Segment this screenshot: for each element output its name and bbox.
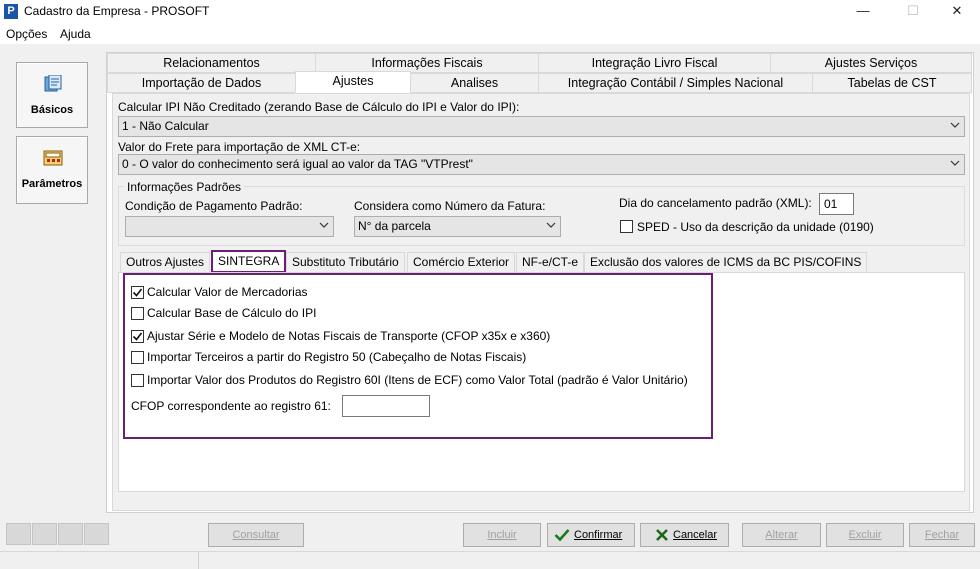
num-fatura-label: Considera como Número da Fatura: bbox=[354, 199, 546, 213]
importar-valor-produtos-checkbox[interactable] bbox=[131, 374, 144, 387]
tab-importacao-de-dados[interactable]: Importação de Dados bbox=[107, 73, 296, 93]
cancelar-label: Cancelar bbox=[673, 529, 718, 541]
calc-valor-mercadorias-label: Calcular Valor de Mercadorias bbox=[147, 285, 308, 299]
ipi-select-value: 1 - Não Calcular bbox=[122, 119, 209, 133]
x-icon bbox=[656, 529, 668, 541]
menu-opcoes[interactable]: Opções bbox=[6, 27, 47, 41]
ajustar-serie-label: Ajustar Série e Modelo de Notas Fiscais … bbox=[147, 329, 551, 343]
importar-valor-produtos-label: Importar Valor dos Produtos do Registro … bbox=[147, 373, 688, 387]
tab-substituto-tributario[interactable]: Substituto Tributário bbox=[286, 252, 405, 273]
check-icon bbox=[554, 529, 570, 542]
chevron-down-icon bbox=[546, 222, 556, 228]
documents-icon bbox=[44, 75, 62, 92]
tab-outros-ajustes[interactable]: Outros Ajustes bbox=[120, 252, 211, 273]
parametros-button[interactable]: Parâmetros bbox=[16, 136, 88, 204]
maximize-button[interactable]: ☐ bbox=[890, 0, 936, 24]
calc-valor-mercadorias-checkbox[interactable] bbox=[131, 286, 144, 299]
title-bar: P Cadastro da Empresa - PROSOFT — ☐ ✕ bbox=[0, 0, 980, 24]
calc-base-ipi-checkbox[interactable] bbox=[131, 307, 144, 320]
parametros-label: Parâmetros bbox=[21, 178, 83, 190]
num-fatura-select[interactable]: N° da parcela bbox=[354, 216, 561, 237]
informacoes-padroes-title: Informações Padrões bbox=[124, 180, 245, 194]
status-segment bbox=[32, 523, 57, 545]
tab-relacionamentos[interactable]: Relacionamentos bbox=[107, 53, 316, 73]
status-segment bbox=[58, 523, 83, 545]
cfop-input[interactable] bbox=[342, 395, 430, 417]
num-fatura-select-value: N° da parcela bbox=[358, 219, 431, 233]
importar-terceiros-checkbox[interactable] bbox=[131, 351, 144, 364]
consultar-button[interactable]: Consultar bbox=[208, 523, 304, 547]
frete-select-value: 0 - O valor do conhecimento será igual a… bbox=[122, 157, 473, 171]
chevron-down-icon bbox=[950, 122, 960, 128]
tab-analises[interactable]: Analises bbox=[410, 73, 539, 93]
excluir-button[interactable]: Excluir bbox=[826, 523, 904, 547]
tab-nfe-cte[interactable]: NF-e/CT-e bbox=[516, 252, 585, 273]
tab-exclusao-icms[interactable]: Exclusão dos valores de ICMS da BC PIS/C… bbox=[584, 252, 868, 273]
tab-ajustes-servicos[interactable]: Ajustes Serviços bbox=[770, 53, 972, 73]
status-bar bbox=[0, 551, 980, 569]
status-segment bbox=[84, 523, 109, 545]
minimize-button[interactable]: — bbox=[840, 0, 886, 24]
tab-comercio-exterior[interactable]: Comércio Exterior bbox=[407, 252, 516, 273]
window-title: Cadastro da Empresa - PROSOFT bbox=[24, 4, 210, 18]
basicos-label: Básicos bbox=[30, 104, 74, 116]
confirmar-label: Confirmar bbox=[574, 529, 623, 541]
ajustar-serie-checkbox[interactable] bbox=[131, 330, 144, 343]
cond-pag-label: Condição de Pagamento Padrão: bbox=[125, 199, 303, 213]
tab-tabelas-de-cst[interactable]: Tabelas de CST bbox=[812, 73, 972, 93]
chevron-down-icon bbox=[319, 222, 329, 228]
dia-cancel-label: Dia do cancelamento padrão (XML): bbox=[619, 196, 812, 210]
fechar-button[interactable]: Fechar bbox=[909, 523, 975, 547]
sped-checkbox[interactable] bbox=[620, 220, 633, 233]
cfop-label: CFOP correspondente ao registro 61: bbox=[131, 399, 331, 413]
tab-integracao-contabil[interactable]: Integração Contábil / Simples Nacional bbox=[538, 73, 813, 93]
calculator-icon bbox=[43, 150, 63, 166]
importar-terceiros-label: Importar Terceiros a partir do Registro … bbox=[147, 350, 527, 364]
incluir-button[interactable]: Incluir bbox=[463, 523, 541, 547]
ipi-label: Calcular IPI Não Creditado (zerando Base… bbox=[118, 100, 520, 114]
app-icon: P bbox=[4, 4, 18, 19]
cond-pag-select[interactable] bbox=[125, 216, 334, 237]
status-divider bbox=[198, 552, 199, 569]
tab-ajustes[interactable]: Ajustes bbox=[295, 71, 411, 93]
tab-informacoes-fiscais[interactable]: Informações Fiscais bbox=[315, 53, 539, 73]
menu-ajuda[interactable]: Ajuda bbox=[60, 27, 91, 41]
alterar-button[interactable]: Alterar bbox=[742, 523, 821, 547]
tab-sintegra[interactable]: SINTEGRA bbox=[211, 250, 287, 273]
tab-integracao-livro-fiscal[interactable]: Integração Livro Fiscal bbox=[538, 53, 771, 73]
confirmar-button[interactable]: Confirmar bbox=[547, 523, 635, 547]
status-segment bbox=[6, 523, 31, 545]
checkmark-icon bbox=[132, 332, 143, 341]
chevron-down-icon bbox=[950, 160, 960, 166]
checkmark-icon bbox=[132, 288, 143, 297]
ipi-select[interactable]: 1 - Não Calcular bbox=[118, 116, 965, 137]
menu-bar: Opções Ajuda bbox=[0, 24, 980, 44]
cancelar-button[interactable]: Cancelar bbox=[640, 523, 729, 547]
close-button[interactable]: ✕ bbox=[934, 0, 980, 24]
dia-cancel-input[interactable]: 01 bbox=[819, 193, 854, 215]
calc-base-ipi-label: Calcular Base de Cálculo do IPI bbox=[147, 306, 317, 320]
frete-select[interactable]: 0 - O valor do conhecimento será igual a… bbox=[118, 154, 965, 175]
frete-label: Valor do Frete para importação de XML CT… bbox=[118, 140, 361, 154]
basicos-button[interactable]: Básicos bbox=[16, 62, 88, 128]
sped-label: SPED - Uso da descrição da unidade (0190… bbox=[637, 220, 874, 234]
